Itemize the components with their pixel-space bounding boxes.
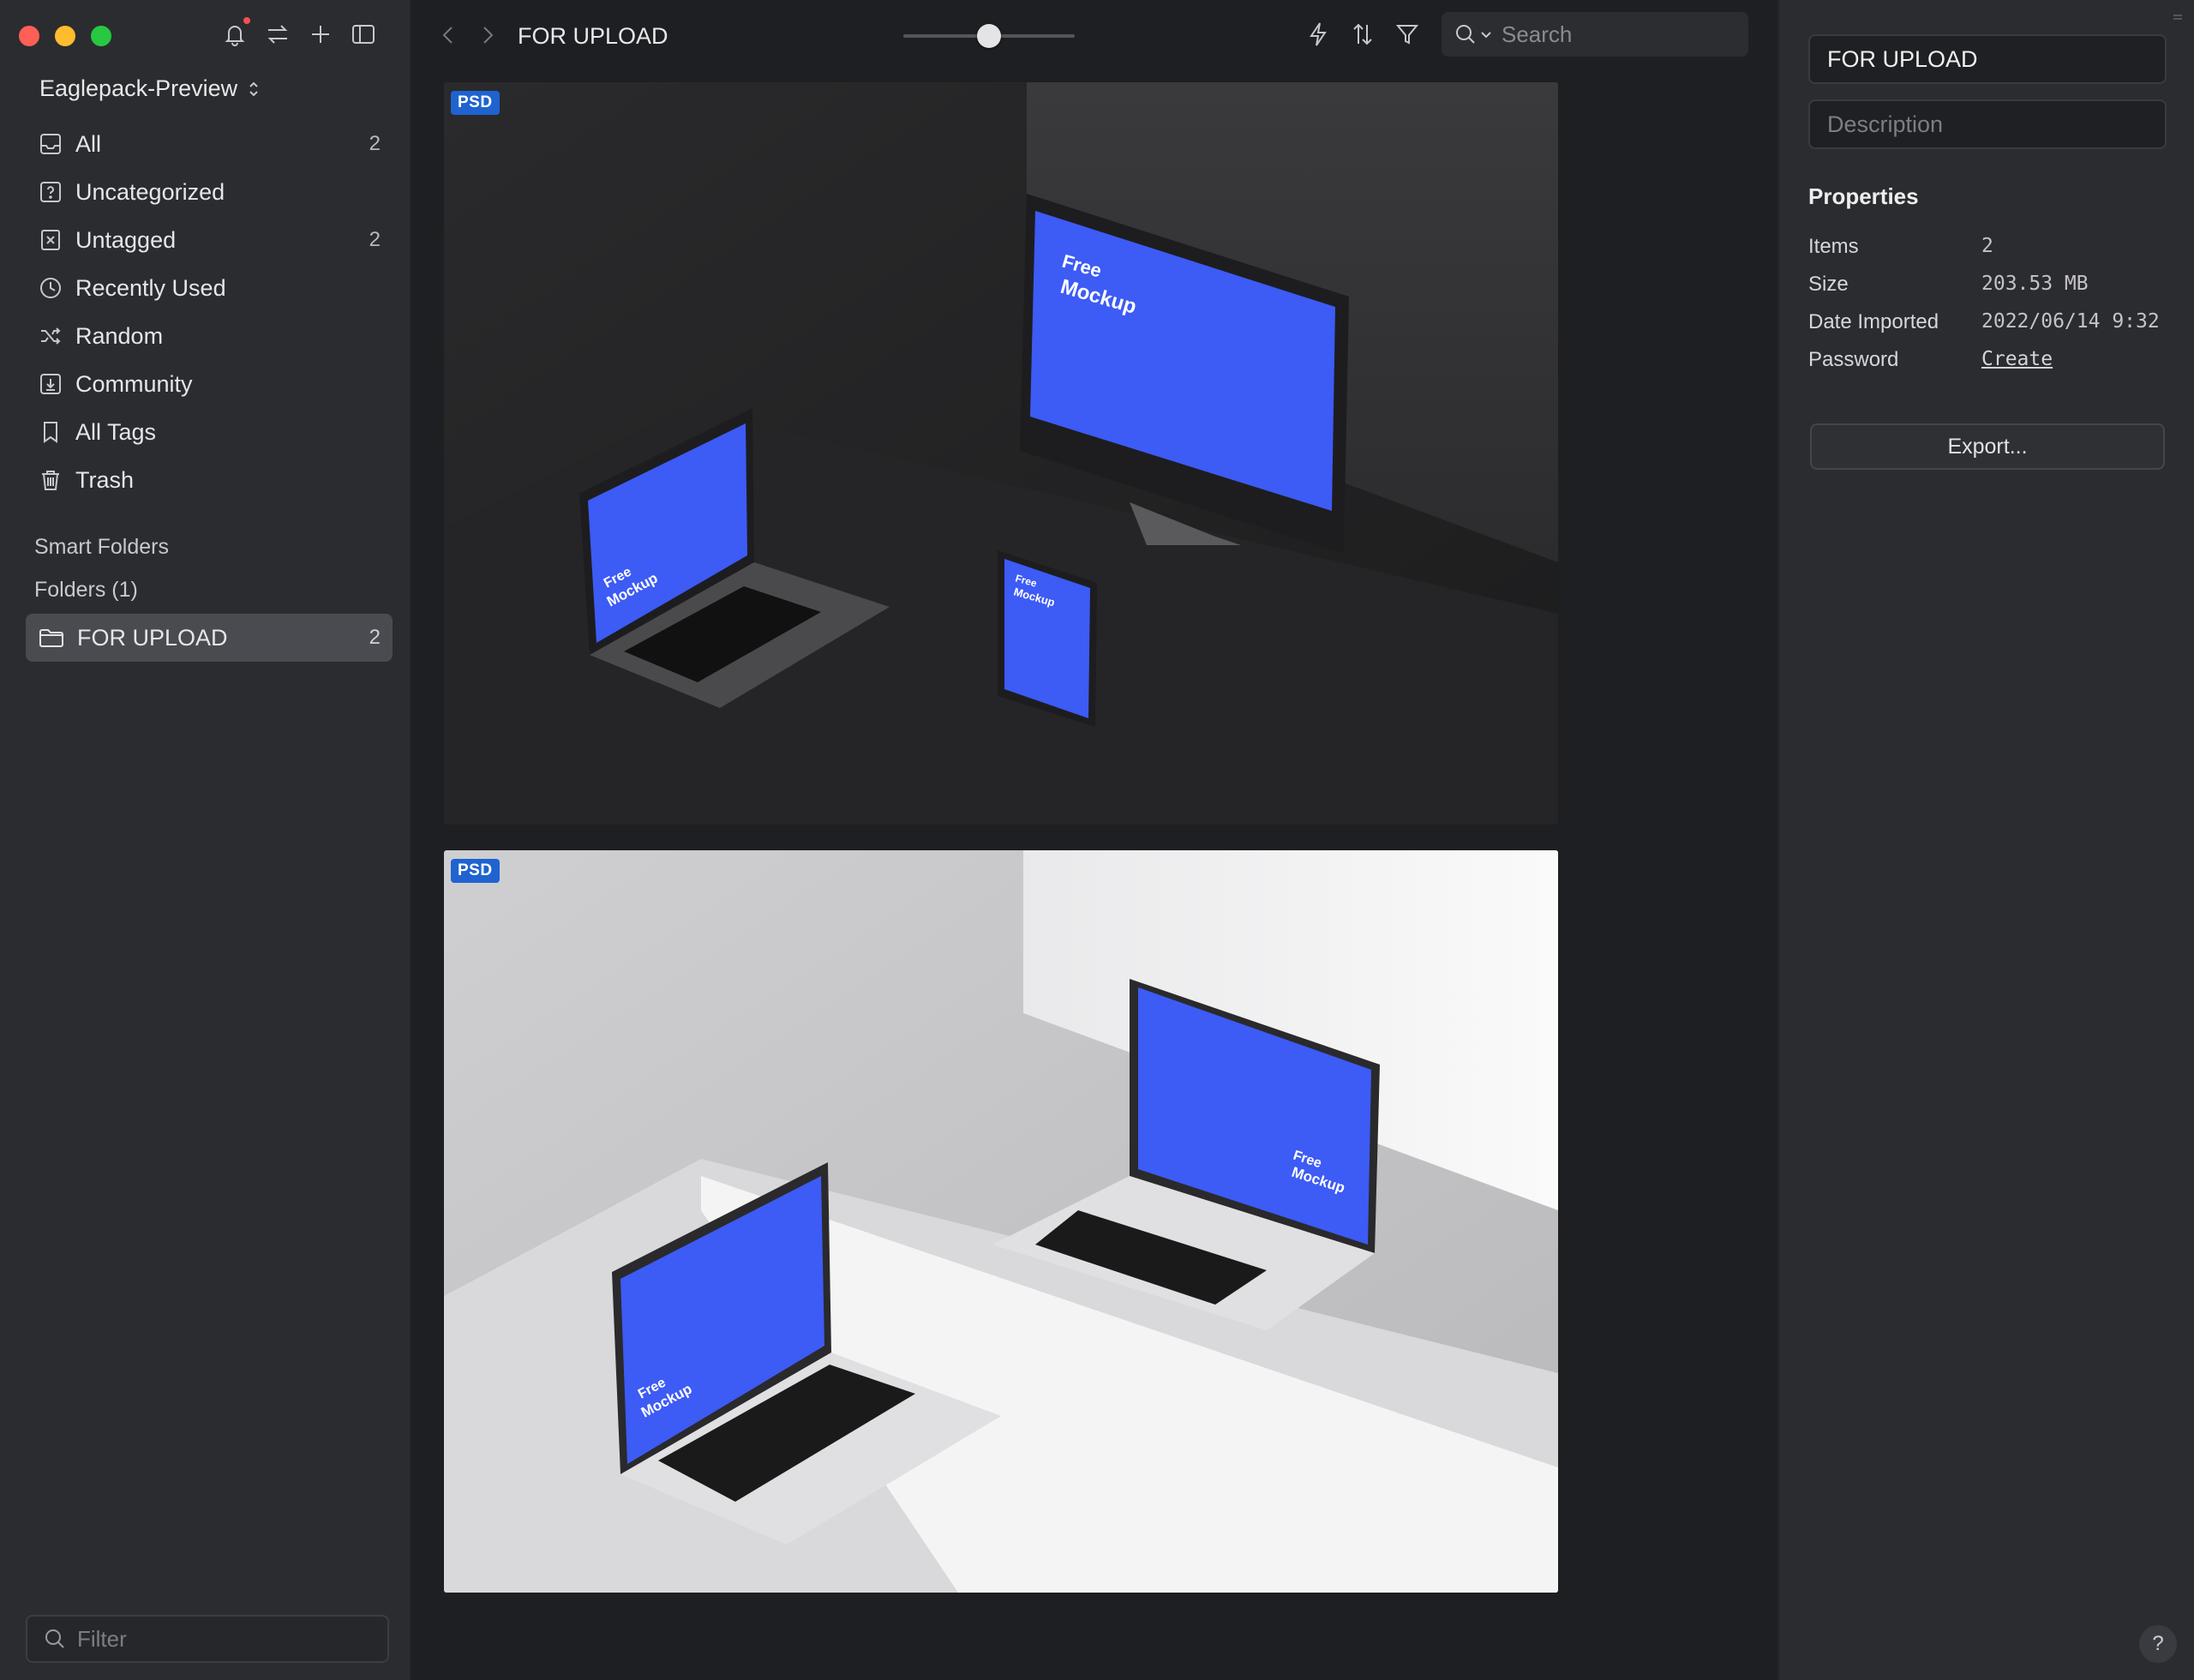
folders-heading[interactable]: Folders (1) xyxy=(34,578,138,603)
search-icon xyxy=(45,1629,64,1648)
folder-label: FOR UPLOAD xyxy=(77,624,228,651)
zoom-window-button[interactable] xyxy=(91,26,111,46)
untagged-icon xyxy=(41,230,60,250)
sidebar-layout-icon xyxy=(352,25,375,44)
export-button[interactable]: Export... xyxy=(1810,423,2165,470)
trash-icon xyxy=(42,471,59,490)
sidebar-item-label: All xyxy=(75,130,102,157)
plus-icon xyxy=(312,26,329,43)
sidebar-item-untagged[interactable]: Untagged 2 xyxy=(26,216,393,264)
download-box-icon xyxy=(40,374,61,394)
main-content: FOR UPLOAD Search Free Mockup Free Mocku… xyxy=(411,0,1777,1680)
sidebar-item-label: Community xyxy=(75,370,193,397)
property-row-password: Password Create xyxy=(1808,348,2185,372)
funnel-icon xyxy=(1395,25,1419,45)
library-switcher[interactable]: Eaglepack-Preview xyxy=(39,75,263,102)
sidebar-item-label: Random xyxy=(75,322,164,349)
chevron-down-icon[interactable] xyxy=(1479,27,1493,41)
sidebar: Eaglepack-Preview All 2 Uncategorized Un… xyxy=(0,0,411,1680)
property-key: Password xyxy=(1808,348,1899,371)
search-field[interactable] xyxy=(1442,12,1748,57)
sidebar-item-label: Uncategorized xyxy=(75,178,225,205)
help-button[interactable]: ? xyxy=(2139,1625,2177,1663)
filter-button[interactable] xyxy=(1392,19,1423,50)
property-row-items: Items 2 xyxy=(1808,235,2185,259)
property-key: Date Imported xyxy=(1808,310,1939,333)
property-value: 2 xyxy=(1981,235,1993,257)
sidebar-item-count: 2 xyxy=(369,132,381,155)
file-type-badge: PSD xyxy=(451,859,500,883)
clock-icon xyxy=(40,278,61,298)
property-value: 2022/06/14 9:32 xyxy=(1981,310,2160,333)
add-button[interactable] xyxy=(305,19,336,50)
sync-button[interactable] xyxy=(262,19,293,50)
properties-heading: Properties xyxy=(1808,183,1919,209)
bell-icon xyxy=(225,26,245,46)
folder-icon xyxy=(39,629,63,647)
inspector-panel: Properties Items 2 Size 203.53 MB Date I… xyxy=(1777,0,2194,1680)
filter-field[interactable] xyxy=(26,1615,389,1663)
inbox-icon xyxy=(40,134,61,154)
sidebar-item-all[interactable]: All 2 xyxy=(26,120,393,168)
mockup-image-light: Free Mockup Free Mockup xyxy=(444,850,1558,1593)
window-controls xyxy=(19,26,111,46)
sidebar-item-label: Trash xyxy=(75,466,135,493)
file-type-badge: PSD xyxy=(451,91,500,115)
sidebar-toolbar xyxy=(219,17,379,50)
sidebar-item-count: 2 xyxy=(369,228,381,251)
search-input[interactable] xyxy=(1500,20,1726,49)
zoom-slider-handle[interactable] xyxy=(977,24,1001,48)
sidebar-item-random[interactable]: Random xyxy=(26,312,393,360)
question-box-icon xyxy=(40,182,61,202)
lightning-icon xyxy=(1310,22,1327,46)
filter-input[interactable] xyxy=(75,1624,370,1653)
swap-arrows-icon xyxy=(267,25,288,44)
sidebar-item-recently-used[interactable]: Recently Used xyxy=(26,264,393,312)
chevron-left-icon xyxy=(442,27,453,44)
folder-item-for-upload[interactable]: FOR UPLOAD 2 xyxy=(26,614,393,662)
resize-grip-icon[interactable] xyxy=(2172,12,2184,24)
sidebar-item-uncategorized[interactable]: Uncategorized xyxy=(26,168,393,216)
search-icon xyxy=(1456,25,1475,44)
sort-button[interactable] xyxy=(1347,19,1378,50)
create-password-link[interactable]: Create xyxy=(1981,348,2053,372)
back-button[interactable] xyxy=(435,22,461,48)
app-window: Eaglepack-Preview All 2 Uncategorized Un… xyxy=(0,0,2194,1680)
property-key: Items xyxy=(1808,235,1859,258)
sidebar-nav: All 2 Uncategorized Untagged 2 Recently … xyxy=(26,120,393,504)
zoom-slider[interactable] xyxy=(903,24,1075,48)
close-window-button[interactable] xyxy=(19,26,39,46)
folder-count: 2 xyxy=(369,626,381,649)
property-row-date-imported: Date Imported 2022/06/14 9:32 xyxy=(1808,310,2185,334)
mockup-image-dark: Free Mockup Free Mockup Free Mockup xyxy=(444,82,1558,825)
sidebar-item-label: Untagged xyxy=(75,226,177,253)
description-input[interactable] xyxy=(1808,99,2167,149)
sort-icon xyxy=(1353,23,1372,45)
main-toolbar: FOR UPLOAD xyxy=(411,0,1777,72)
bookmark-icon xyxy=(44,422,57,443)
sidebar-item-label: Recently Used xyxy=(75,274,226,301)
notification-dot xyxy=(243,17,250,24)
asset-thumbnail[interactable]: Free Mockup Free Mockup PSD xyxy=(444,850,1558,1593)
toggle-sidebar-button[interactable] xyxy=(348,19,379,50)
minimize-window-button[interactable] xyxy=(55,26,75,46)
property-value: 203.53 MB xyxy=(1981,273,2089,295)
sidebar-item-all-tags[interactable]: All Tags xyxy=(26,408,393,456)
quick-action-button[interactable] xyxy=(1303,19,1334,50)
sidebar-item-community[interactable]: Community xyxy=(26,360,393,408)
asset-thumbnail[interactable]: Free Mockup Free Mockup Free Mockup PSD xyxy=(444,82,1558,825)
folder-name-input[interactable] xyxy=(1808,34,2167,84)
sidebar-item-trash[interactable]: Trash xyxy=(26,456,393,504)
breadcrumb: FOR UPLOAD xyxy=(518,23,668,49)
forward-button[interactable] xyxy=(475,22,501,48)
shuffle-icon xyxy=(41,327,61,345)
property-key: Size xyxy=(1808,273,1849,296)
library-name: Eaglepack-Preview xyxy=(39,75,238,101)
sidebar-item-label: All Tags xyxy=(75,418,157,445)
updown-chevron-icon xyxy=(249,81,258,96)
notifications-button[interactable] xyxy=(219,17,250,50)
chevron-right-icon xyxy=(483,27,494,44)
smart-folders-heading[interactable]: Smart Folders xyxy=(34,535,169,560)
property-row-size: Size 203.53 MB xyxy=(1808,273,2185,297)
